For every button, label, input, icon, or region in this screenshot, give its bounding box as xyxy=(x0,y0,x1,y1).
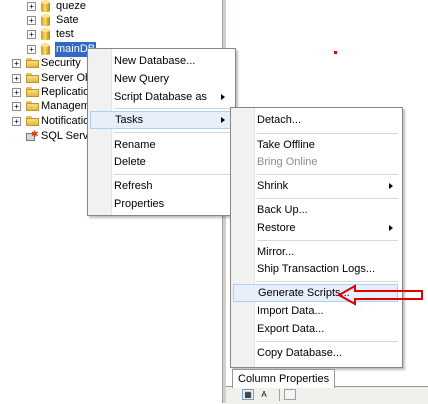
menu-item-back-up[interactable]: Back Up... xyxy=(257,201,308,219)
menu-item-mirror[interactable]: Mirror... xyxy=(257,243,294,261)
tab-column-properties[interactable]: Column Properties xyxy=(232,369,336,388)
menu-item-tasks[interactable]: Tasks xyxy=(90,111,231,129)
menu-item-restore[interactable]: Restore xyxy=(257,219,397,237)
red-dot-marker xyxy=(334,51,337,54)
expand-icon[interactable]: + xyxy=(12,117,21,126)
submenu-arrow-icon xyxy=(389,183,393,189)
menu-separator xyxy=(257,133,398,134)
menu-item-new-database[interactable]: New Database... xyxy=(114,52,195,70)
menu-separator xyxy=(257,174,398,175)
tree-node-label: test xyxy=(56,28,74,40)
menu-item-shrink[interactable]: Shrink xyxy=(257,177,397,195)
tree-node-management[interactable]: + Manageme xyxy=(12,99,92,114)
menu-item-rename[interactable]: Rename xyxy=(114,136,156,154)
tree-node-security[interactable]: + Security xyxy=(12,56,92,71)
expand-icon[interactable]: + xyxy=(27,16,36,25)
tree-node-notification[interactable]: + Notification xyxy=(12,114,92,129)
menu-item-label: Tasks xyxy=(115,114,144,126)
menu-separator xyxy=(257,341,398,342)
property-pages-icon[interactable] xyxy=(284,389,296,400)
menu-item-take-offline[interactable]: Take Offline xyxy=(257,136,315,154)
submenu-arrow-icon xyxy=(221,94,225,100)
database-icon xyxy=(41,43,50,55)
menu-item-label: Script Database as xyxy=(114,91,207,103)
menu-icon-gutter xyxy=(231,108,255,367)
menu-item-label: Shrink xyxy=(257,180,289,192)
menu-item-detach[interactable]: Detach... xyxy=(257,111,301,129)
tree-node-sql-server-agent[interactable]: ✱ SQL Server xyxy=(12,129,92,144)
folder-icon xyxy=(26,116,39,126)
sql-agent-icon: ✱ xyxy=(25,130,39,142)
menu-item-properties[interactable]: Properties xyxy=(114,195,164,213)
alphabetical-icon[interactable]: A xyxy=(258,389,270,400)
menu-item-label: Generate Scripts... xyxy=(258,287,350,299)
tree-node-label: Server Obje xyxy=(41,72,92,84)
menu-item-import-data[interactable]: Import Data... xyxy=(257,302,324,320)
expand-icon[interactable]: + xyxy=(27,30,36,39)
menu-item-script-database-as[interactable]: Script Database as xyxy=(114,88,232,106)
folder-icon xyxy=(26,87,39,97)
database-icon xyxy=(41,14,50,26)
tree-node-server-objects[interactable]: + Server Obje xyxy=(12,71,92,86)
menu-separator xyxy=(257,240,398,241)
expand-icon[interactable]: + xyxy=(12,59,21,68)
menu-item-new-query[interactable]: New Query xyxy=(114,70,169,88)
expand-icon[interactable]: + xyxy=(27,2,36,11)
menu-separator xyxy=(114,108,231,109)
menu-item-refresh[interactable]: Refresh xyxy=(114,177,153,195)
tree-node-label: Replication xyxy=(41,86,92,98)
submenu-arrow-icon xyxy=(389,225,393,231)
folder-icon xyxy=(26,73,39,83)
folder-icon xyxy=(26,101,39,111)
tree-node-label: Notification xyxy=(41,115,92,127)
tree-node-test[interactable]: + test xyxy=(27,27,177,42)
database-icon xyxy=(41,0,50,12)
expand-icon[interactable]: + xyxy=(12,88,21,97)
tree-node-sate[interactable]: + Sate xyxy=(27,13,177,28)
tree-node-label: SQL Server xyxy=(41,130,92,142)
menu-item-bring-online: Bring Online xyxy=(257,156,318,168)
menu-separator xyxy=(114,132,231,133)
column-properties-toolbar xyxy=(226,386,428,404)
menu-item-ship-transaction-logs[interactable]: Ship Transaction Logs... xyxy=(257,260,375,278)
tasks-submenu: Detach... Take Offline Bring Online Shri… xyxy=(230,107,403,368)
tree-node-queze[interactable]: + queze xyxy=(27,0,177,14)
tree-node-label: Sate xyxy=(56,14,79,26)
menu-item-export-data[interactable]: Export Data... xyxy=(257,320,324,338)
menu-separator xyxy=(257,281,398,282)
submenu-arrow-icon xyxy=(221,117,225,123)
menu-separator xyxy=(257,198,398,199)
expand-icon[interactable]: + xyxy=(12,74,21,83)
menu-item-copy-database[interactable]: Copy Database... xyxy=(257,344,342,362)
tree-node-label: queze xyxy=(56,0,86,12)
folder-icon xyxy=(26,58,39,68)
expand-icon[interactable]: + xyxy=(12,102,21,111)
expand-icon[interactable]: + xyxy=(27,45,36,54)
tree-node-label: Manageme xyxy=(41,100,92,112)
menu-item-label: Restore xyxy=(257,222,296,234)
menu-separator xyxy=(114,174,231,175)
tree-node-replication[interactable]: + Replication xyxy=(12,85,92,100)
tree-node-label: Security xyxy=(41,57,81,69)
database-context-menu: New Database... New Query Script Databas… xyxy=(87,48,236,216)
database-icon xyxy=(41,28,50,40)
annotation-arrow-icon xyxy=(338,284,423,306)
menu-icon-gutter xyxy=(88,49,112,215)
toolbar-separator xyxy=(279,389,280,401)
categorized-icon[interactable]: ▦ xyxy=(242,389,254,400)
menu-item-delete[interactable]: Delete xyxy=(114,153,146,171)
